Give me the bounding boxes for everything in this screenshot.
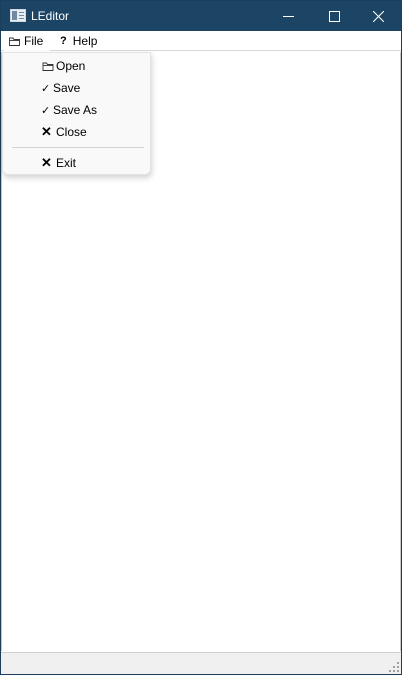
minimize-icon	[282, 15, 294, 17]
menu-bar: File ? Help	[1, 31, 401, 51]
menu-item-save-as-label: Save As	[53, 103, 98, 117]
menu-separator	[12, 147, 144, 148]
menu-item-save-as[interactable]: ✓ Save As	[3, 99, 150, 121]
folder-icon	[42, 62, 54, 71]
file-dropdown-menu: Open ✓ Save ✓ Save As ✕ Close ✕ Exit	[2, 52, 151, 175]
menu-file[interactable]: File	[4, 31, 50, 51]
maximize-button[interactable]	[311, 1, 357, 31]
x-icon: ✕	[41, 155, 52, 170]
menu-item-exit[interactable]: ✕ Exit	[3, 152, 150, 174]
menu-item-close-label: Close	[56, 125, 87, 139]
close-icon	[372, 10, 384, 22]
app-window: LEditor File ? Help Open ✓ Save ✓ Save A…	[0, 0, 402, 675]
menu-item-save-label: Save	[53, 81, 81, 95]
menu-item-open-label: Open	[56, 59, 86, 73]
menu-help[interactable]: ? Help	[54, 31, 102, 51]
app-icon	[10, 9, 26, 22]
window-title: LEditor	[31, 9, 70, 23]
maximize-icon	[328, 10, 340, 22]
folder-icon	[9, 37, 20, 46]
resize-grip-icon[interactable]	[389, 662, 399, 672]
close-button[interactable]	[355, 1, 401, 31]
menu-file-label: File	[24, 34, 44, 48]
x-icon: ✕	[41, 124, 52, 139]
status-bar	[1, 652, 401, 674]
question-icon: ?	[60, 35, 67, 47]
menu-item-open[interactable]: Open	[3, 55, 150, 77]
menu-item-close[interactable]: ✕ Close	[3, 121, 150, 143]
menu-item-save[interactable]: ✓ Save	[3, 77, 150, 99]
title-bar[interactable]: LEditor	[1, 1, 401, 31]
menu-help-label: Help	[72, 34, 98, 48]
minimize-button[interactable]	[265, 1, 311, 31]
menu-item-exit-label: Exit	[56, 156, 77, 170]
